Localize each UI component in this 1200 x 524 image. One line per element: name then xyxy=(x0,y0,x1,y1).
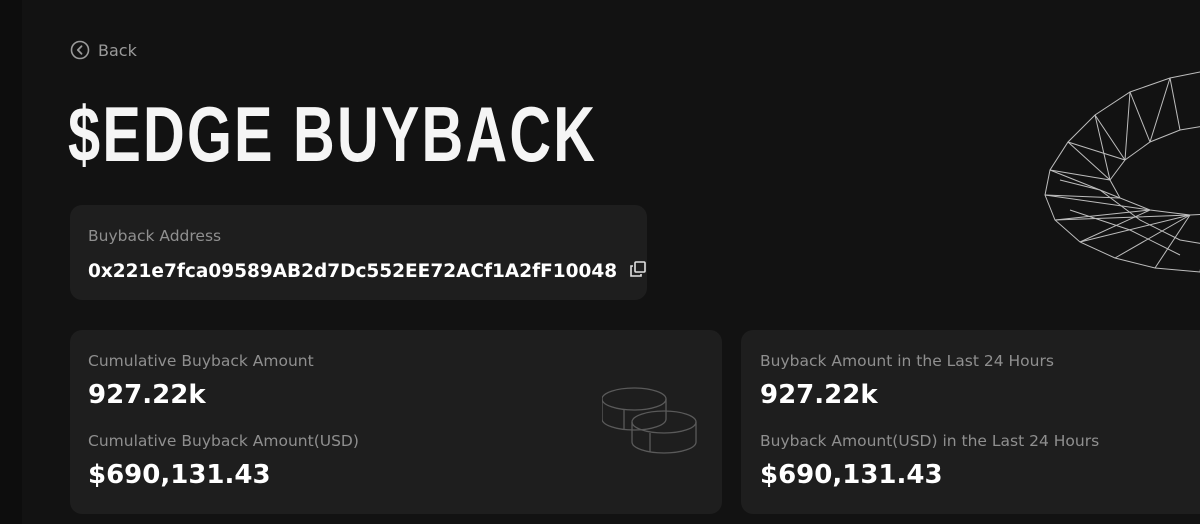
coins-icon xyxy=(601,386,702,460)
back-link[interactable]: Back xyxy=(70,40,137,60)
back-arrow-icon xyxy=(70,40,90,60)
cumulative-usd-value: $690,131.43 xyxy=(88,460,271,490)
cumulative-amount-value: 927.22k xyxy=(88,380,206,410)
cumulative-usd-label: Cumulative Buyback Amount(USD) xyxy=(88,432,359,450)
page-title: $EDGE BUYBACK xyxy=(68,90,598,178)
cumulative-amount-label: Cumulative Buyback Amount xyxy=(88,352,314,370)
last-24h-usd-value: $690,131.43 xyxy=(760,460,943,490)
buyback-address-card: Buyback Address 0x221e7fca09589AB2d7Dc55… xyxy=(70,205,647,300)
cumulative-buyback-card: Cumulative Buyback Amount 927.22k Cumula… xyxy=(70,330,722,514)
left-rail xyxy=(0,0,22,524)
last-24h-buyback-card: Buyback Amount in the Last 24 Hours 927.… xyxy=(741,330,1200,514)
copy-icon[interactable] xyxy=(629,260,647,283)
back-label: Back xyxy=(98,40,137,60)
last-24h-amount-label: Buyback Amount in the Last 24 Hours xyxy=(760,352,1054,370)
wireframe-torus-graphic xyxy=(1040,70,1200,284)
buyback-address-row: 0x221e7fca09589AB2d7Dc552EE72ACf1A2fF100… xyxy=(88,260,647,283)
last-24h-usd-label: Buyback Amount(USD) in the Last 24 Hours xyxy=(760,432,1100,450)
buyback-address-value: 0x221e7fca09589AB2d7Dc552EE72ACf1A2fF100… xyxy=(88,261,618,282)
last-24h-amount-value: 927.22k xyxy=(760,380,878,410)
buyback-address-label: Buyback Address xyxy=(88,227,222,245)
